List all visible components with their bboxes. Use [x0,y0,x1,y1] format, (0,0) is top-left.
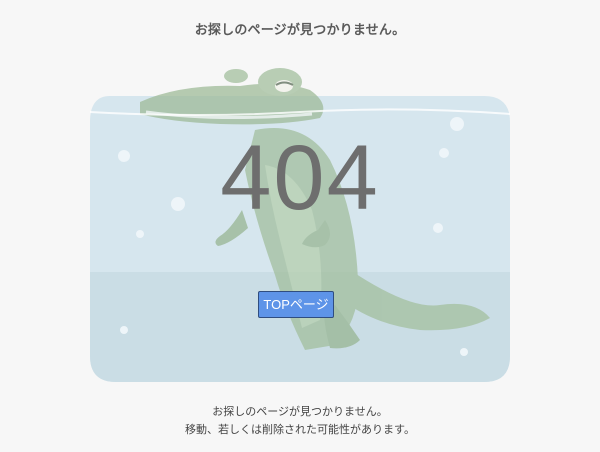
page-title: お探しのページが見つかりません。 [194,23,406,38]
bubble [460,348,468,356]
message-line-2: 移動、若しくは削除された可能性があります。 [185,423,415,436]
top-page-button[interactable]: TOPページ [258,291,334,318]
bubble [120,326,128,334]
not-found-page: お探しのページが見つかりません。 404 TOPページ お探しのページが見つかり… [0,0,600,452]
error-code: 404 [220,127,380,229]
bubble [136,230,144,238]
message-line-1: お探しのページが見つかりません。 [212,405,388,418]
